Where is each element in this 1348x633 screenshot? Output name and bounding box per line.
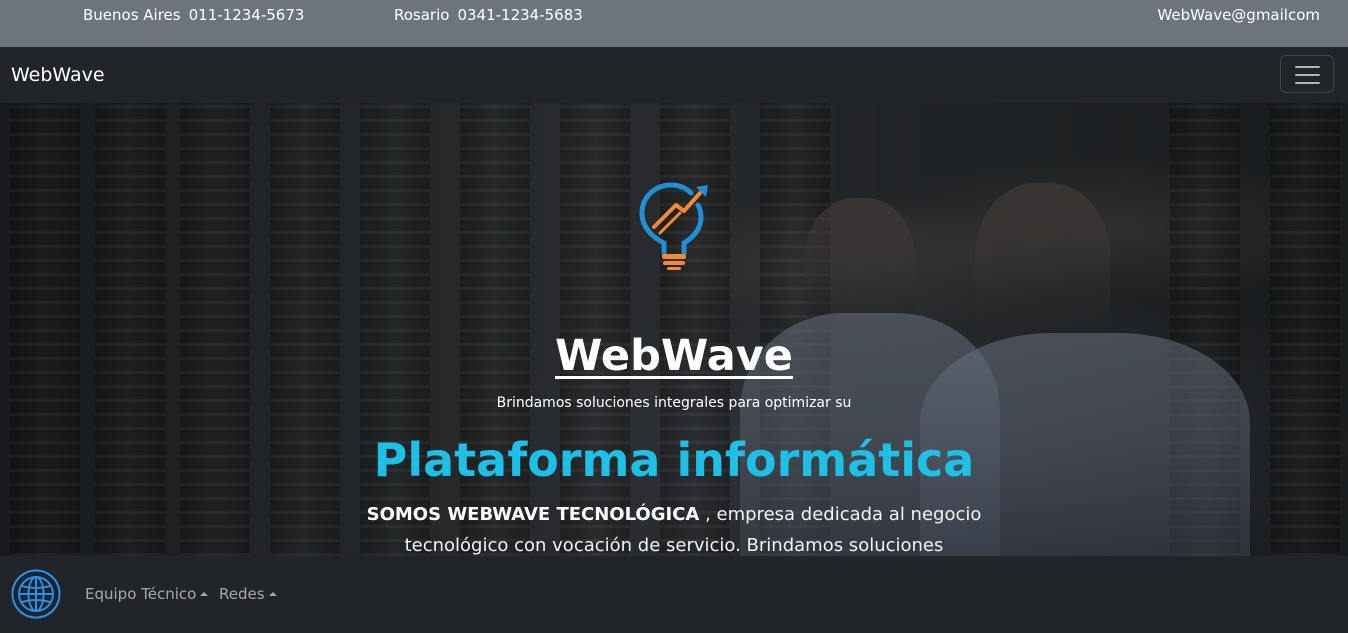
hero-heading: Plataforma informática (373, 433, 975, 487)
globe-icon[interactable] (11, 569, 61, 619)
caret-down-icon (268, 592, 277, 596)
navbar: WebWave (0, 47, 1348, 103)
nav-dropdown-equipo-tecnico[interactable]: Equipo Técnico (85, 585, 209, 603)
hero-content: WebWave Brindamos soluciones integrales … (0, 103, 1348, 556)
bottom-navbar: Equipo Técnico Redes (0, 556, 1348, 633)
contact-buenos-aires: Buenos Aires 011-1234-5673 (83, 6, 304, 24)
lightbulb-growth-logo (639, 182, 708, 270)
hero-section: WebWave Brindamos soluciones integrales … (0, 103, 1348, 556)
hero-subtitle: Brindamos soluciones integrales para opt… (496, 395, 852, 411)
contact-phone[interactable]: 011-1234-5673 (189, 6, 305, 24)
contact-city: Buenos Aires (83, 6, 181, 24)
nav-dropdown-label: Equipo Técnico (85, 585, 197, 603)
navbar-toggler-button[interactable] (1280, 55, 1334, 93)
hero-paragraph: SOMOS WEBWAVE TECNOLÓGICA , empresa dedi… (364, 499, 984, 556)
contact-city: Rosario (394, 6, 450, 24)
navbar-brand[interactable]: WebWave (11, 64, 105, 86)
contact-bar: Buenos Aires 011-1234-5673 Rosario 0341-12… (0, 0, 1348, 47)
contact-rosario: Rosario 0341-1234-5683 (394, 6, 583, 24)
nav-dropdown-label: Redes (219, 585, 265, 603)
contact-phone[interactable]: 0341-1234-5683 (457, 6, 582, 24)
hero-paragraph-strong: SOMOS WEBWAVE TECNOLÓGICA (366, 504, 700, 525)
contact-email[interactable]: WebWave@gmailcom (1157, 6, 1320, 24)
nav-dropdown-redes[interactable]: Redes (219, 585, 277, 603)
caret-down-icon (200, 592, 209, 596)
hero-title: WebWave (555, 331, 793, 381)
